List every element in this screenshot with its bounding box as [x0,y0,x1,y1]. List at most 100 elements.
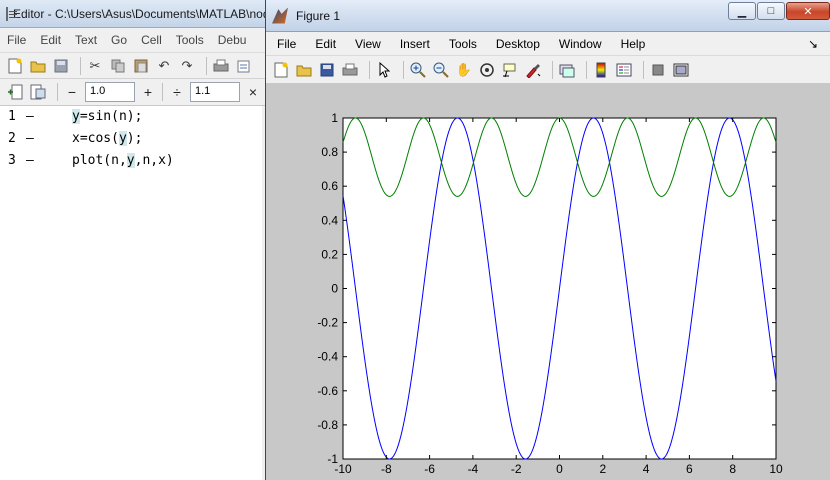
figure-menubar: File Edit View Insert Tools Desktop Wind… [266,32,830,56]
open-folder-icon[interactable] [295,61,313,79]
insert-cell-icon[interactable] [6,83,24,101]
breakpoint-marker[interactable]: — [26,150,34,172]
multiply-button[interactable]: × [244,84,262,100]
cut-icon[interactable]: ✂ [86,57,104,75]
code-line-1[interactable]: 1 — y=sin(n); [0,106,262,128]
save-icon[interactable] [318,61,336,79]
cell-divider-icon[interactable] [29,83,47,101]
figure-menu-view[interactable]: View [344,37,389,51]
minimize-button[interactable]: ▁ [728,2,756,20]
paste-icon[interactable] [132,57,150,75]
code-text: y=sin(n); [72,106,142,128]
code-line-2[interactable]: 2 — x=cos(y); [0,128,262,150]
y-tick-label: 0.6 [321,179,338,193]
y-tick-label: -1 [327,452,338,466]
line-number: 2 [8,131,16,146]
copy-icon[interactable] [109,57,127,75]
zoom-out-icon[interactable] [432,61,450,79]
data-cursor-icon[interactable] [501,61,519,79]
hide-plot-tools-icon[interactable] [649,61,667,79]
maximize-button[interactable]: □ [757,2,785,20]
print-icon[interactable] [341,61,359,79]
figure-menu-desktop[interactable]: Desktop [485,37,548,51]
figure-menu-file[interactable]: File [266,37,304,51]
breakpoint-marker[interactable]: — [26,128,34,150]
legend-icon[interactable] [615,61,633,79]
axes[interactable]: -10 -8 -6 -4 -2 0 2 4 6 8 10-1-0.8-0.6-0.4-0.200.2… [317,111,783,476]
toolbar-separator [206,56,207,75]
toolbar-separator [586,60,587,79]
toolbar-separator [369,60,370,79]
cell-mode-toolbar: − 1.0 + ÷ 1.1 × [0,79,267,106]
y-tick-label: 1 [331,111,338,125]
divide-button[interactable]: ÷ [168,84,186,100]
increment-button[interactable]: + [139,84,157,100]
y-tick-label: -0.2 [317,316,338,330]
x-tick-label: -4 [468,462,479,476]
code-segment: =sin(n); [79,109,143,124]
dock-arrow-icon[interactable]: ↘ [797,37,826,51]
code-segment: plot(n, [72,153,127,168]
y-tick-label: 0 [331,282,338,296]
editor-window[interactable]: Editor - C:\Users\Asus\Documents\MATLAB\… [0,0,268,480]
open-folder-icon[interactable] [29,57,47,75]
figure-menu-window[interactable]: Window [548,37,610,51]
save-icon[interactable] [52,57,70,75]
x-tick-label: 6 [686,462,693,476]
breakpoint-marker[interactable]: — [26,106,34,128]
new-file-icon[interactable] [6,57,24,75]
print-icon[interactable] [212,57,230,75]
increment-value-field[interactable]: 1.0 [85,82,135,102]
edit-plot-arrow-icon[interactable] [375,61,393,79]
editor-toolbar: ✂ ↶ ↷ [0,53,267,79]
decrement-button[interactable]: − [63,84,81,100]
colorbar-icon[interactable] [592,61,610,79]
figure-toolbar: ✋ [266,56,830,84]
pan-hand-icon[interactable]: ✋ [455,61,473,79]
code-editor[interactable]: 1 — y=sin(n); 2 — x=cos(y); 3 — plot(n,y… [0,106,262,480]
editor-menubar: File Edit Text Go Cell Tools Debu [0,28,267,53]
figure-window[interactable]: Figure 1 ▁ □ ✕ File Edit View Insert Too… [265,0,830,480]
figure-menu-help[interactable]: Help [610,37,654,51]
zoom-in-icon[interactable] [409,61,427,79]
undo-icon[interactable]: ↶ [155,57,173,75]
editor-menu-edit[interactable]: Edit [33,33,68,47]
figure-menu-tools[interactable]: Tools [438,37,485,51]
toolbar-separator [552,60,553,79]
redo-icon[interactable]: ↷ [178,57,196,75]
editor-titlebar[interactable]: Editor - C:\Users\Asus\Documents\MATLAB\… [0,0,267,28]
editor-menu-debug[interactable]: Debu [211,33,254,47]
figure-menu-insert[interactable]: Insert [389,37,438,51]
variable-highlight: y [118,131,127,146]
toolbar-separator [643,60,644,79]
figure-canvas[interactable]: -10 -8 -6 -4 -2 0 2 4 6 8 10 -1 -0.8 -0.6 -0.4 -0.2 0 0.2… [266,84,830,480]
publish-icon[interactable] [235,57,253,75]
show-plot-tools-icon[interactable] [672,61,690,79]
matlab-logo-icon [272,7,288,24]
figure-menu-edit[interactable]: Edit [304,37,344,51]
editor-menu-file[interactable]: File [0,33,33,47]
figure-titlebar[interactable]: Figure 1 ▁ □ ✕ [266,0,830,32]
new-figure-icon[interactable] [272,61,290,79]
y-tick-label: 0.4 [321,213,338,227]
x-tick-label: 0 [556,462,563,476]
editor-menu-tools[interactable]: Tools [169,33,211,47]
link-plot-icon[interactable] [558,61,576,79]
y-tick-label: 0.2 [321,247,338,261]
editor-menu-go[interactable]: Go [104,33,134,47]
editor-menu-cell[interactable]: Cell [134,33,169,47]
x-tick-label: 4 [643,462,650,476]
editor-menu-text[interactable]: Text [68,33,104,47]
close-button[interactable]: ✕ [786,2,830,20]
toolbar-separator [403,60,404,79]
code-line-3[interactable]: 3 — plot(n,y,n,x) [0,150,262,172]
x-tick-label: 10 [769,462,783,476]
y-tick-label: 0.8 [321,145,338,159]
x-tick-label: 2 [599,462,606,476]
toolbar-separator [162,83,163,101]
toolbar-separator [80,56,81,75]
scale-value-field[interactable]: 1.1 [190,82,240,102]
plot-svg[interactable]: -10 -8 -6 -4 -2 0 2 4 6 8 10-1-0.8-0.6-0.4-0.200.2… [266,84,830,480]
brush-icon[interactable] [524,61,542,79]
rotate-3d-icon[interactable] [478,61,496,79]
